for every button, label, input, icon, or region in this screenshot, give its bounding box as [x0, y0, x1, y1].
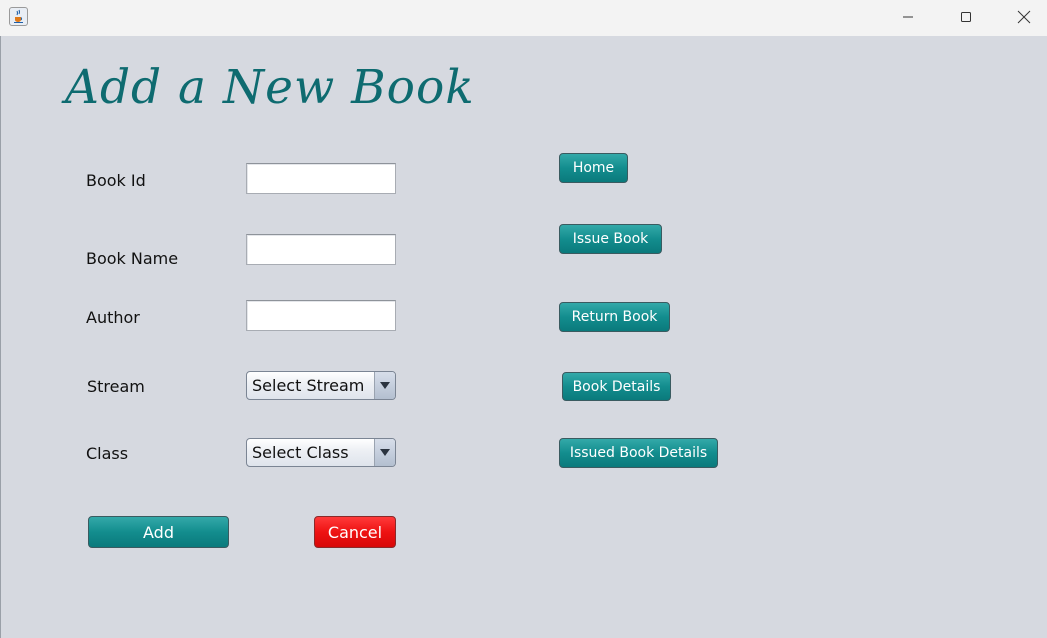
- class-select-value: Select Class: [252, 443, 349, 462]
- home-button[interactable]: Home: [559, 153, 628, 183]
- class-label: Class: [86, 444, 129, 463]
- minimize-button[interactable]: [879, 0, 937, 34]
- maximize-button[interactable]: [937, 0, 995, 34]
- book-name-label: Book Name: [86, 249, 179, 268]
- cancel-button[interactable]: Cancel: [314, 516, 396, 548]
- author-label: Author: [86, 308, 140, 327]
- class-select[interactable]: Select Class: [246, 438, 396, 467]
- stream-select[interactable]: Select Stream: [246, 371, 396, 400]
- minimize-icon: [903, 16, 913, 18]
- book-id-field[interactable]: [246, 163, 396, 194]
- return-book-button[interactable]: Return Book: [559, 302, 670, 332]
- stream-label: Stream: [87, 377, 145, 396]
- book-name-field[interactable]: [246, 234, 396, 265]
- page-title: Add a New Book: [65, 60, 475, 115]
- issue-book-button[interactable]: Issue Book: [559, 224, 662, 254]
- add-button[interactable]: Add: [88, 516, 229, 548]
- stream-select-value: Select Stream: [252, 376, 365, 395]
- close-button[interactable]: [995, 0, 1047, 34]
- chevron-down-icon[interactable]: [374, 372, 395, 399]
- issued-book-details-button[interactable]: Issued Book Details: [559, 438, 718, 468]
- window-titlebar: [0, 0, 1047, 36]
- author-field[interactable]: [246, 300, 396, 331]
- maximize-icon: [961, 12, 971, 22]
- book-id-label: Book Id: [86, 171, 146, 190]
- chevron-down-icon[interactable]: [374, 439, 395, 466]
- close-icon: [1017, 10, 1031, 24]
- java-app-icon[interactable]: [9, 7, 28, 26]
- add-book-panel: Add a New Book Book Id Book Name Author …: [1, 36, 1047, 638]
- book-details-button[interactable]: Book Details: [562, 372, 671, 401]
